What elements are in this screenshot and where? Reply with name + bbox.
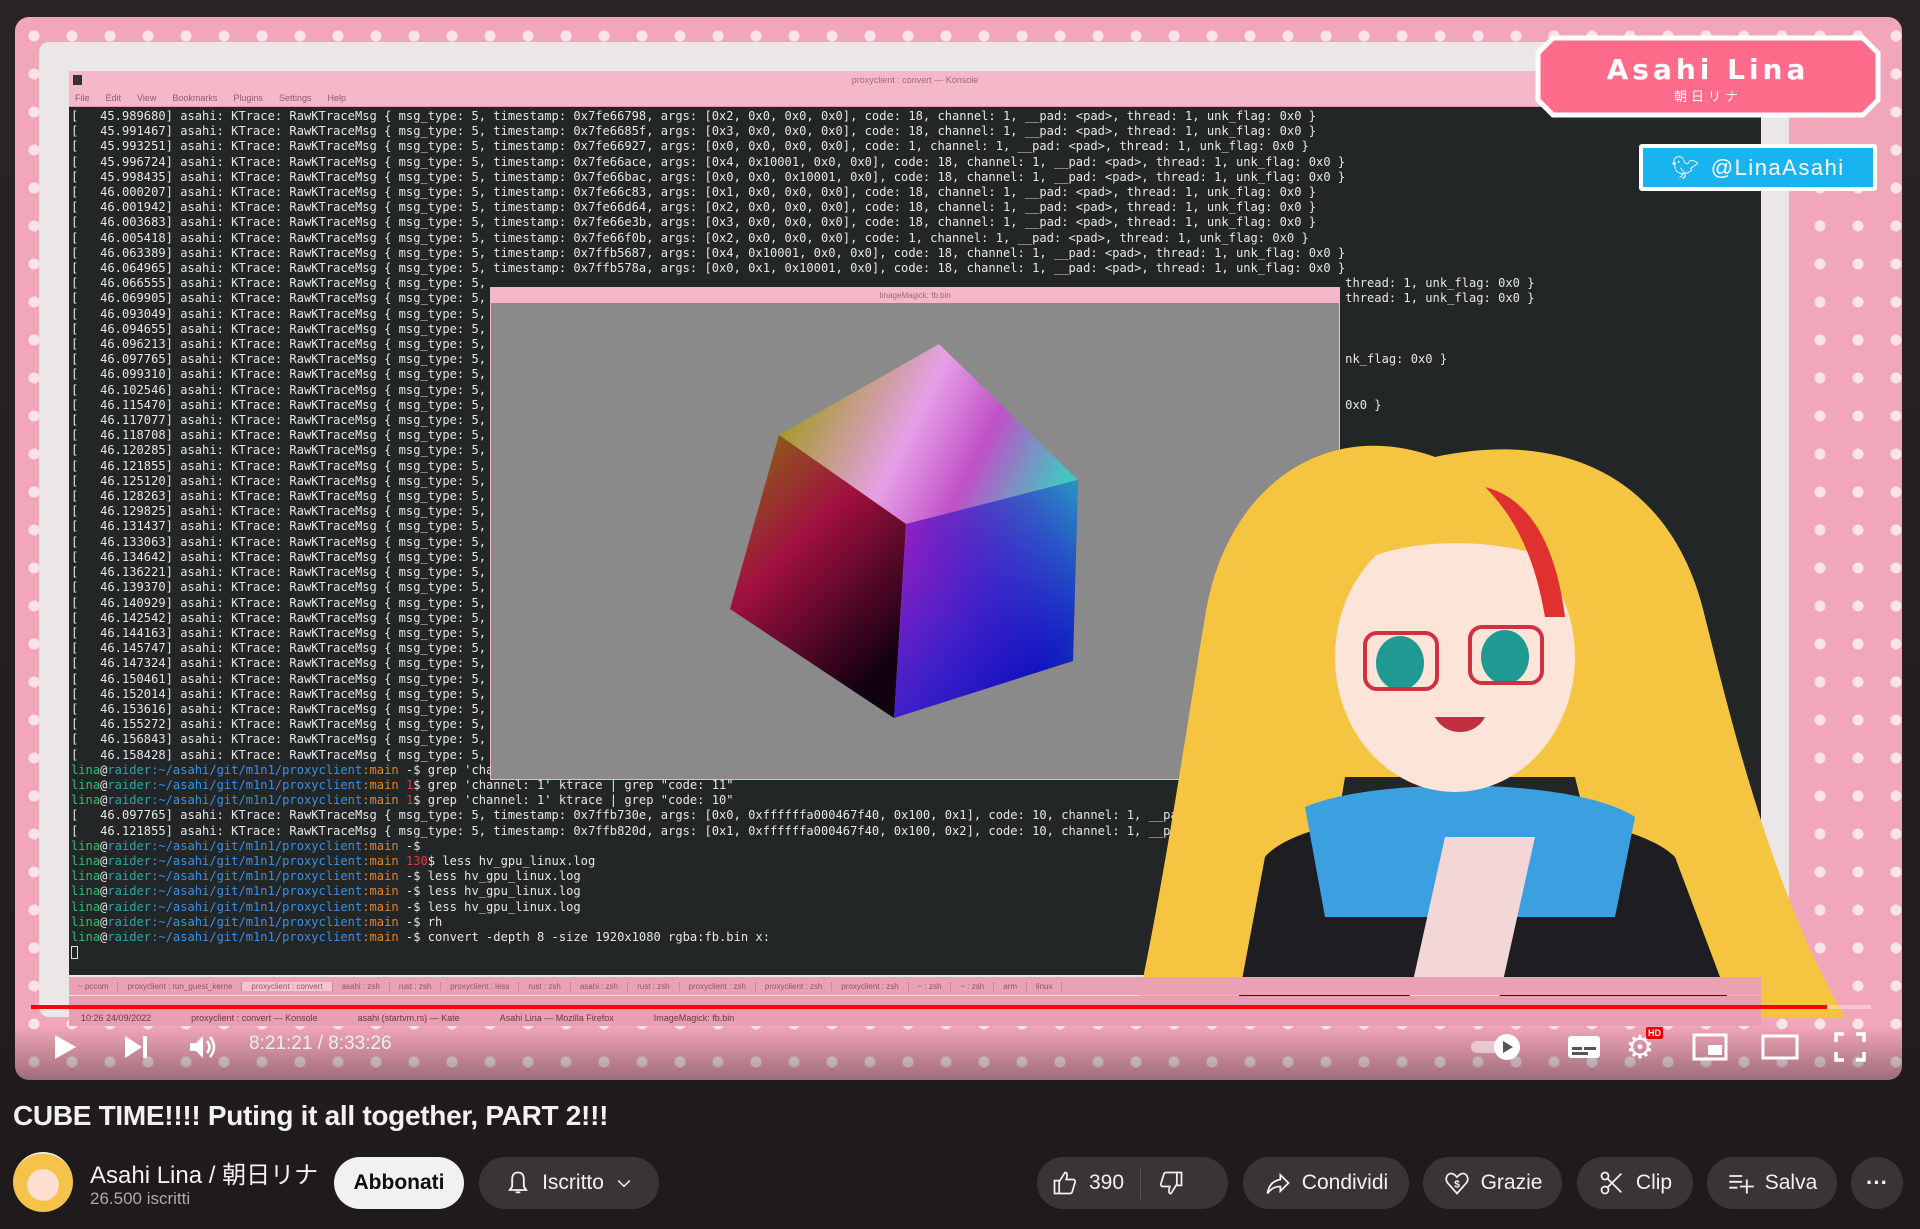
join-button[interactable]: Abbonati [334, 1157, 464, 1209]
share-icon [1266, 1172, 1290, 1195]
taskbar-clock: 10:26 24/09/2022 [81, 1013, 151, 1024]
hd-badge: HD [1646, 1027, 1663, 1039]
time-display: 8:21:21 / 8:33:26 [249, 1033, 392, 1054]
save-label: Salva [1764, 1171, 1818, 1194]
twitter-handle: @LinaAsahi [1710, 154, 1845, 180]
konsole-tab[interactable]: arm [994, 981, 1028, 991]
save-button[interactable]: Salva [1707, 1157, 1837, 1209]
konsole-tab[interactable]: ~ : zsh [909, 981, 952, 991]
konsole-tab[interactable]: rust : zsh [390, 981, 442, 991]
konsole-tab[interactable]: rust : zsh [519, 981, 571, 991]
thanks-button[interactable]: $ Grazie [1423, 1157, 1562, 1209]
progress-played [31, 1005, 1827, 1009]
taskbar-item: proxyclient : convert — Konsole [191, 1013, 318, 1023]
thanks-label: Grazie [1480, 1171, 1543, 1194]
rgb-cube-render [730, 344, 1845, 1018]
konsole-tab[interactable]: rust : zsh [628, 981, 680, 991]
volume-icon [190, 1036, 216, 1058]
video-player[interactable]: proxyclient : convert — Konsole File Edit… [15, 17, 1902, 1080]
thumbs-up-icon [1053, 1171, 1077, 1195]
konsole-tab[interactable]: asahi : zsh [333, 981, 390, 991]
subscribed-label: Iscritto [542, 1171, 604, 1194]
desktop-taskbar: 10:26 24/09/2022 proxyclient : convert —… [69, 996, 1761, 1026]
volume-button[interactable] [185, 1029, 221, 1065]
konsole-tab[interactable]: proxyclient : zsh [680, 981, 756, 991]
vtuber-avatar [1135, 445, 1845, 1018]
thumbs-down-icon [1159, 1171, 1183, 1195]
autoplay-toggle[interactable] [1467, 1029, 1527, 1065]
fullscreen-button[interactable] [1830, 1029, 1870, 1065]
chevron-down-icon [617, 1179, 631, 1188]
bell-icon [508, 1171, 528, 1194]
twitter-bird-icon: 🐦︎ [1671, 154, 1701, 180]
channel-name[interactable]: Asahi Lina / 朝日リナ [90, 1155, 318, 1190]
playlist-add-icon [1729, 1175, 1754, 1194]
scissors-icon [1600, 1171, 1622, 1195]
like-button[interactable]: 390 [1051, 1167, 1142, 1199]
svg-text:Asahi Lina: Asahi Lina [1607, 53, 1810, 86]
autoplay-icon [1471, 1034, 1520, 1060]
video-title: CUBE TIME!!!! Puting it all together, PA… [13, 1100, 609, 1131]
progress-bar[interactable] [31, 1005, 1871, 1009]
taskbar-time: 10:26 [81, 1013, 104, 1023]
taskbar-date: 24/09/2022 [106, 1013, 152, 1023]
konsole-tab[interactable]: asahi : zsh [571, 981, 629, 991]
fullscreen-icon [1834, 1032, 1866, 1062]
next-button[interactable] [118, 1029, 154, 1065]
channel-logo-banner: Asahi Lina 朝日リナ [1535, 35, 1881, 118]
konsole-tab[interactable]: ~ : zsh [951, 981, 995, 991]
taskbar-item: ImageMagick: fb.bin [653, 1013, 735, 1023]
konsole-tab[interactable]: proxyclient : zsh [756, 981, 833, 991]
svg-text:$: $ [1454, 1179, 1460, 1191]
taskbar-item: asahi (startvm.rs) — Kate [357, 1013, 460, 1023]
clip-button[interactable]: Clip [1577, 1157, 1693, 1209]
svg-text:朝日リナ: 朝日リナ [1674, 90, 1742, 105]
theater-icon [1761, 1034, 1799, 1060]
more-actions-button[interactable]: ··· [1851, 1157, 1903, 1209]
share-label: Condividi [1301, 1171, 1389, 1194]
theater-mode-button[interactable] [1760, 1029, 1800, 1065]
subscribed-button[interactable]: Iscritto [479, 1157, 659, 1209]
like-count: 390 [1089, 1171, 1125, 1194]
miniplayer-icon [1692, 1033, 1728, 1061]
konsole-tab[interactable]: proxyclient : less [441, 981, 520, 991]
more-icon: ··· [1866, 1170, 1888, 1195]
konsole-tab-bar: ~ pccom proxyclient : run_guest_kerne prox… [69, 977, 1761, 995]
subtitles-icon [1568, 1036, 1600, 1058]
konsole-tab[interactable]: proxyclient : zsh [832, 981, 909, 991]
konsole-tab[interactable]: proxyclient : run_guest_kerne [118, 981, 243, 991]
share-button[interactable]: Condividi [1243, 1157, 1409, 1209]
taskbar-item: Asahi Lina — Mozilla Firefox [499, 1013, 614, 1023]
miniplayer-button[interactable] [1690, 1029, 1730, 1065]
konsole-tab[interactable]: linux [1027, 981, 1063, 991]
like-dislike-group: 390 [1037, 1157, 1228, 1209]
heart-dollar-icon: $ [1444, 1172, 1469, 1195]
konsole-tab[interactable]: proxyclient : convert [242, 981, 333, 991]
clip-label: Clip [1635, 1171, 1673, 1194]
channel-avatar[interactable] [13, 1152, 73, 1212]
twitter-handle-banner: 🐦︎ @LinaAsahi [1639, 144, 1877, 191]
subscriber-count: 26.500 iscritti [90, 1189, 191, 1208]
next-icon [125, 1036, 147, 1058]
subtitles-button[interactable] [1564, 1029, 1604, 1065]
play-button[interactable] [47, 1029, 83, 1065]
dislike-button[interactable] [1141, 1169, 1185, 1197]
konsole-tab[interactable]: ~ pccom [69, 981, 119, 991]
play-icon [55, 1035, 76, 1059]
